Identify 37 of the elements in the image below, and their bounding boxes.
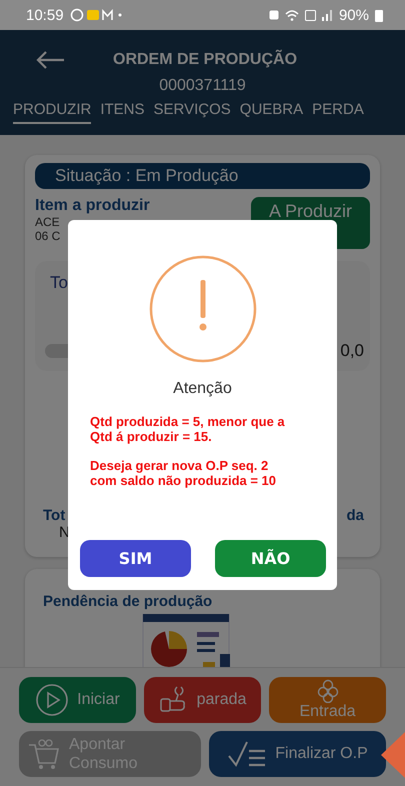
tab[interactable]: SERVIÇOS: [154, 101, 231, 124]
basket-icon: [27, 737, 61, 771]
wifi-icon: [284, 9, 299, 21]
signal-icon: [322, 10, 333, 20]
item-description: ACE: [35, 215, 61, 229]
battery-icon: [375, 8, 383, 22]
dialog-message: Qtd produzida = 5, menor que a Qtd á produzir = 15.: [90, 414, 286, 444]
pending-title: Pendência de produção: [43, 593, 214, 610]
dialog-title: Atenção: [173, 380, 232, 398]
battery-percent: 90%: [338, 6, 369, 24]
dialog-message: Deseja gerar nova O.P seq. 2 com saldo não produzida = 10: [90, 458, 278, 488]
action-button[interactable]: Entrada: [269, 677, 386, 723]
checklist-icon: [227, 739, 268, 769]
action-button[interactable]: Finalizar O.P: [209, 731, 386, 777]
back-arrow-icon[interactable]: [35, 50, 65, 70]
pointer-icon: [381, 732, 405, 778]
tab[interactable]: QUEBRA: [240, 101, 304, 124]
order-number: 0000371119: [158, 77, 247, 95]
action-button[interactable]: parada: [144, 677, 261, 723]
status-time: 10:59: [26, 6, 64, 24]
tab[interactable]: PERDA: [312, 101, 364, 124]
total-label: da: [346, 507, 364, 526]
play-icon: [35, 683, 70, 717]
item-title: Item a produzir: [35, 197, 150, 215]
tab[interactable]: PRODUZIR: [13, 101, 92, 124]
item-description: 06 C: [35, 229, 62, 243]
progress-title: To: [49, 273, 69, 293]
status-text: Situação : Em Produção: [55, 166, 238, 186]
tab[interactable]: ITENS: [100, 101, 145, 124]
total-label: Tot: [43, 507, 66, 524]
cancel-button[interactable]: NÃO: [215, 540, 326, 577]
screen-title: ORDEM DE PRODUÇÃO: [113, 51, 298, 69]
action-button[interactable]: Iniciar: [19, 677, 136, 723]
notification-icons: [70, 8, 124, 22]
confirm-button[interactable]: SIM: [80, 540, 191, 577]
warning-icon: [148, 255, 256, 363]
progress-value: 0,0: [340, 341, 364, 361]
